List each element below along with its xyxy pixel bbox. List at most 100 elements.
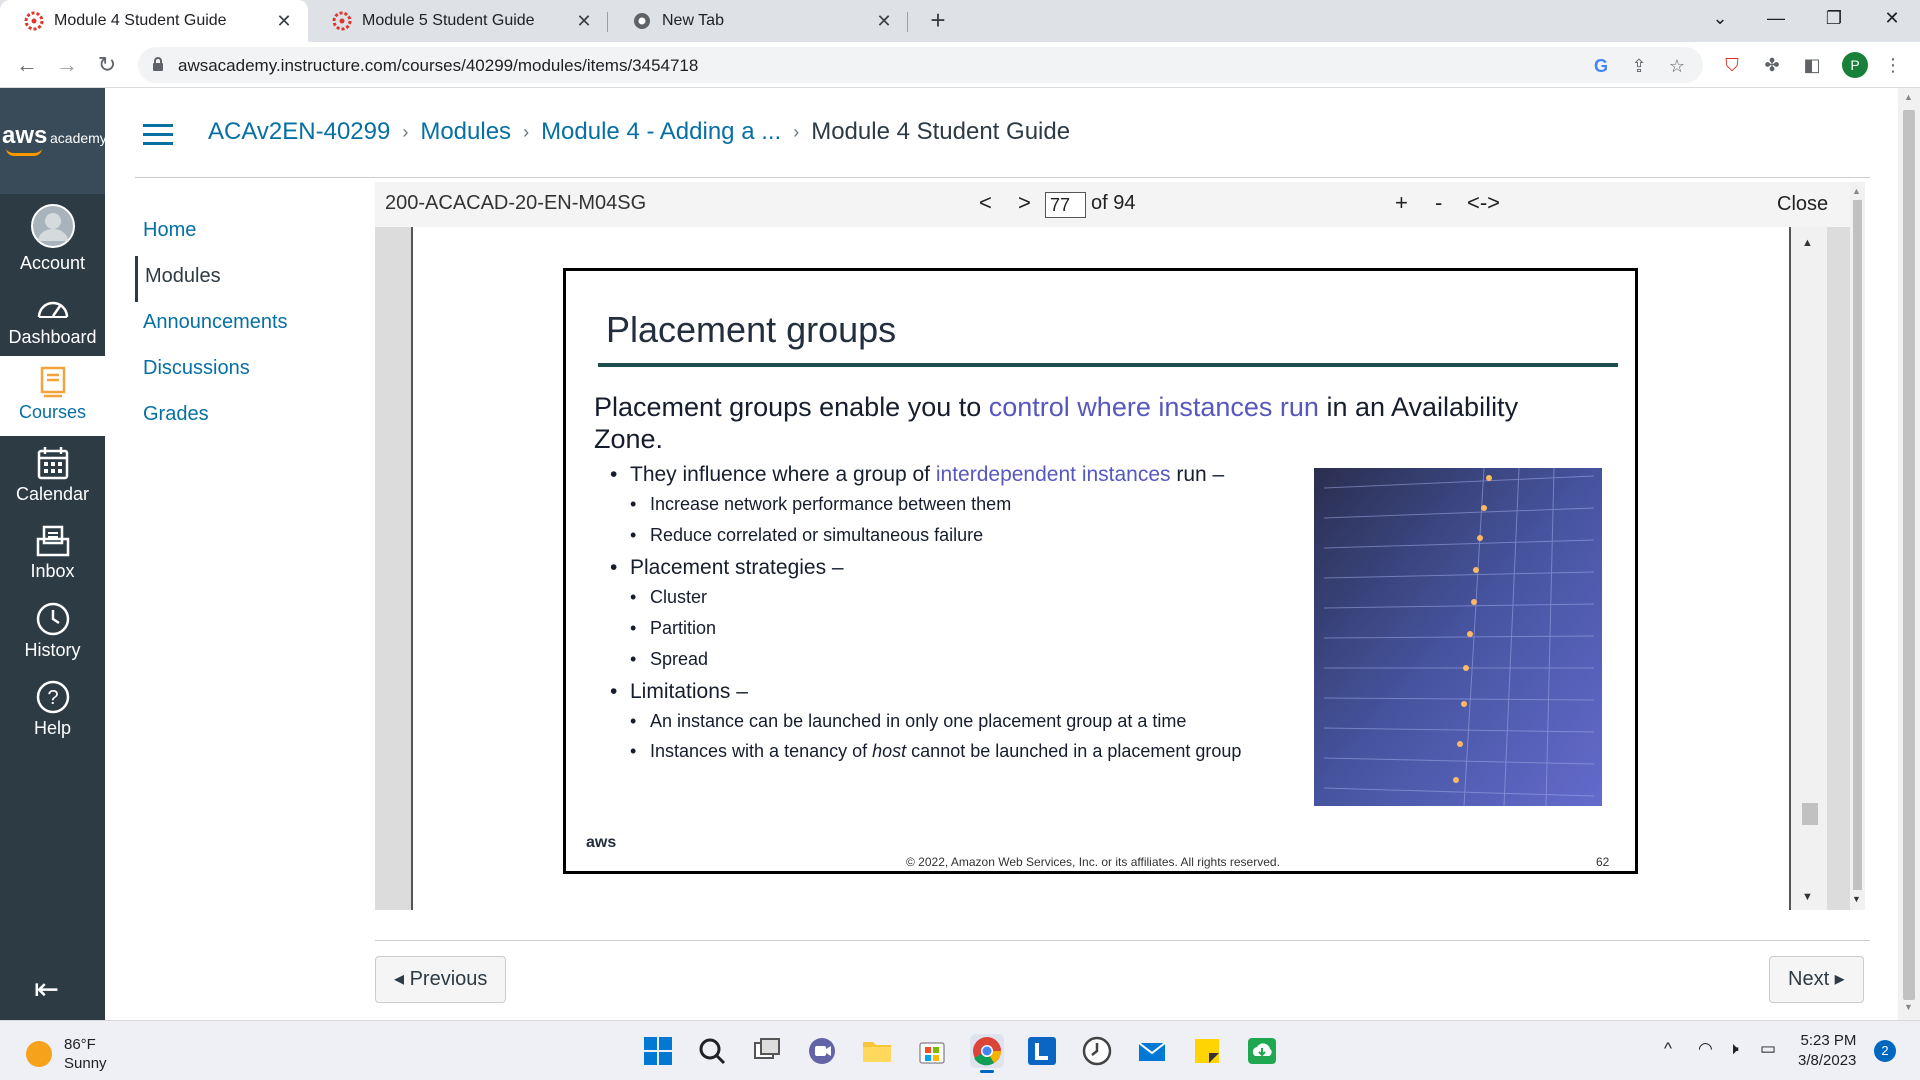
browser-toolbar: ← → ↻ awsacademy.instructure.com/courses… bbox=[0, 42, 1920, 88]
calendar-icon bbox=[37, 447, 68, 480]
nav-dashboard[interactable]: Dashboard bbox=[0, 295, 105, 348]
share-icon[interactable]: ⇪ bbox=[1626, 53, 1652, 79]
nav-label: Inbox bbox=[30, 561, 75, 581]
chrome-taskbar-icon[interactable] bbox=[970, 1034, 1004, 1073]
slide-bullets: They influence where a group of interdep… bbox=[610, 463, 1290, 770]
next-button[interactable]: Next ▸ bbox=[1769, 956, 1864, 1003]
course-nav-discussions[interactable]: Discussions bbox=[135, 348, 355, 394]
breadcrumb-course[interactable]: ACAv2EN-40299 bbox=[208, 118, 390, 146]
next-page-button[interactable]: > bbox=[1018, 190, 1031, 216]
aws-academy-logo[interactable]: aws academy bbox=[0, 88, 107, 194]
clock-app-icon[interactable] bbox=[1080, 1034, 1114, 1068]
chrome-menu-icon[interactable]: ⋮ bbox=[1880, 52, 1906, 78]
new-tab-button[interactable]: + bbox=[922, 4, 954, 36]
hamburger-menu-icon[interactable] bbox=[143, 124, 173, 146]
nav-history[interactable]: History bbox=[0, 602, 105, 661]
logo-aws-text: aws bbox=[2, 122, 48, 149]
course-nav-modules[interactable]: Modules bbox=[135, 256, 355, 302]
tab-module-5[interactable]: Module 5 Student Guide ✕ bbox=[308, 0, 608, 42]
page-number-input[interactable]: 77 bbox=[1045, 192, 1086, 218]
scroll-down-icon[interactable]: ▼ bbox=[1852, 894, 1861, 904]
close-viewer-button[interactable]: Close bbox=[1777, 193, 1828, 216]
breadcrumb-modules[interactable]: Modules bbox=[420, 118, 511, 146]
extension-shield-icon[interactable]: ⛉ bbox=[1719, 52, 1745, 78]
task-view-icon[interactable] bbox=[750, 1034, 784, 1068]
slide-copyright: © 2022, Amazon Web Services, Inc. or its… bbox=[906, 855, 1280, 869]
sub-bullet: Reduce correlated or simultaneous failur… bbox=[610, 525, 1290, 546]
scroll-up-icon[interactable]: ▲ bbox=[1852, 186, 1861, 196]
footer-divider bbox=[375, 940, 1870, 941]
previous-page-button[interactable]: < bbox=[979, 190, 992, 216]
windows-start-icon[interactable] bbox=[641, 1034, 675, 1068]
avatar-icon bbox=[30, 204, 75, 248]
close-tab-icon[interactable]: ✕ bbox=[874, 11, 894, 32]
sticky-notes-icon[interactable] bbox=[1190, 1034, 1224, 1068]
scroll-up-icon[interactable]: ▲ bbox=[1802, 237, 1813, 249]
page-scrollbar[interactable]: ▲ ▼ bbox=[1898, 88, 1920, 1020]
back-arrow-icon[interactable]: ← bbox=[12, 50, 42, 80]
battery-icon[interactable]: ▭ bbox=[1760, 1039, 1776, 1059]
logo-academy-text: academy bbox=[50, 130, 107, 146]
reload-icon[interactable]: ↻ bbox=[92, 50, 122, 80]
zoom-out-button[interactable]: - bbox=[1435, 190, 1442, 216]
restore-button[interactable]: ❐ bbox=[1806, 0, 1862, 36]
scroll-down-icon[interactable]: ▼ bbox=[1802, 891, 1813, 903]
close-tab-icon[interactable]: ✕ bbox=[574, 11, 594, 32]
microsoft-store-icon[interactable] bbox=[915, 1034, 949, 1068]
course-nav-announcements[interactable]: Announcements bbox=[135, 302, 355, 348]
minimize-button[interactable]: — bbox=[1748, 0, 1804, 36]
scrollbar-thumb[interactable] bbox=[1903, 110, 1915, 1000]
side-panel-icon[interactable]: ◧ bbox=[1799, 52, 1825, 78]
chevron-right-icon: › bbox=[523, 121, 530, 142]
close-tab-icon[interactable]: ✕ bbox=[274, 11, 294, 32]
teams-chat-icon[interactable] bbox=[805, 1034, 839, 1068]
system-clock[interactable]: 5:23 PM 3/8/2023 bbox=[1798, 1031, 1856, 1071]
viewer-inner-scrollbar[interactable]: ▲ ▼ bbox=[1791, 227, 1827, 910]
sub-bullet: Increase network performance between the… bbox=[610, 494, 1290, 515]
tab-module-4[interactable]: Module 4 Student Guide ✕ bbox=[0, 0, 308, 42]
nav-help[interactable]: ? Help bbox=[0, 680, 105, 739]
forward-arrow-icon[interactable]: → bbox=[52, 50, 82, 80]
tab-new-tab[interactable]: New Tab ✕ bbox=[608, 0, 908, 42]
nav-label: Account bbox=[19, 253, 86, 273]
collapse-nav-icon[interactable]: ⇤ bbox=[34, 972, 59, 1007]
clock-date: 3/8/2023 bbox=[1798, 1052, 1857, 1069]
window-close-button[interactable]: ✕ bbox=[1864, 0, 1920, 36]
scroll-up-icon[interactable]: ▲ bbox=[1904, 92, 1913, 102]
breadcrumb-module[interactable]: Module 4 - Adding a ... bbox=[541, 118, 781, 146]
chrome-icon bbox=[632, 11, 652, 31]
nav-inbox[interactable]: Inbox bbox=[0, 525, 105, 582]
search-icon[interactable] bbox=[695, 1034, 729, 1068]
google-translate-icon[interactable]: G bbox=[1588, 53, 1614, 79]
previous-button[interactable]: ◂ Previous bbox=[375, 956, 507, 1003]
notification-badge[interactable]: 2 bbox=[1874, 1040, 1896, 1062]
weather-widget[interactable]: 86°F Sunny bbox=[26, 1035, 107, 1073]
scroll-down-icon[interactable]: ▼ bbox=[1904, 1002, 1913, 1012]
nav-calendar[interactable]: Calendar bbox=[0, 446, 105, 505]
viewer-outer-scrollbar[interactable]: ▲ ▼ bbox=[1850, 182, 1865, 910]
cloud-download-icon[interactable] bbox=[1245, 1034, 1279, 1068]
bookmark-star-icon[interactable]: ☆ bbox=[1664, 53, 1690, 79]
address-bar[interactable]: awsacademy.instructure.com/courses/40299… bbox=[138, 47, 1703, 83]
linkedin-learning-icon[interactable] bbox=[1025, 1034, 1059, 1068]
zoom-in-button[interactable]: + bbox=[1395, 190, 1408, 216]
tab-search-icon[interactable]: ⌄ bbox=[1692, 0, 1748, 36]
scrollbar-thumb[interactable] bbox=[1802, 803, 1818, 825]
nav-courses[interactable]: Courses bbox=[0, 356, 105, 436]
fit-width-button[interactable]: <-> bbox=[1467, 190, 1500, 216]
chevron-right-icon: › bbox=[402, 121, 409, 142]
svg-text:?: ? bbox=[47, 687, 58, 709]
url-text: awsacademy.instructure.com/courses/40299… bbox=[178, 56, 699, 75]
volume-icon[interactable]: 🕨 bbox=[1728, 1039, 1739, 1059]
mail-icon[interactable] bbox=[1135, 1034, 1169, 1068]
file-explorer-icon[interactable] bbox=[860, 1034, 894, 1068]
show-hidden-icons-icon[interactable]: ^ bbox=[1664, 1039, 1672, 1059]
wifi-icon[interactable]: ◠ bbox=[1698, 1039, 1713, 1059]
course-nav-home[interactable]: Home bbox=[135, 210, 355, 256]
nav-account[interactable]: Account bbox=[0, 203, 105, 274]
scrollbar-thumb[interactable] bbox=[1853, 200, 1862, 890]
extensions-puzzle-icon[interactable]: ✤ bbox=[1759, 52, 1785, 78]
course-nav-grades[interactable]: Grades bbox=[135, 394, 355, 440]
global-nav: aws academy Account Dashboard Courses Ca… bbox=[0, 88, 107, 1020]
profile-avatar[interactable]: P bbox=[1842, 52, 1868, 78]
